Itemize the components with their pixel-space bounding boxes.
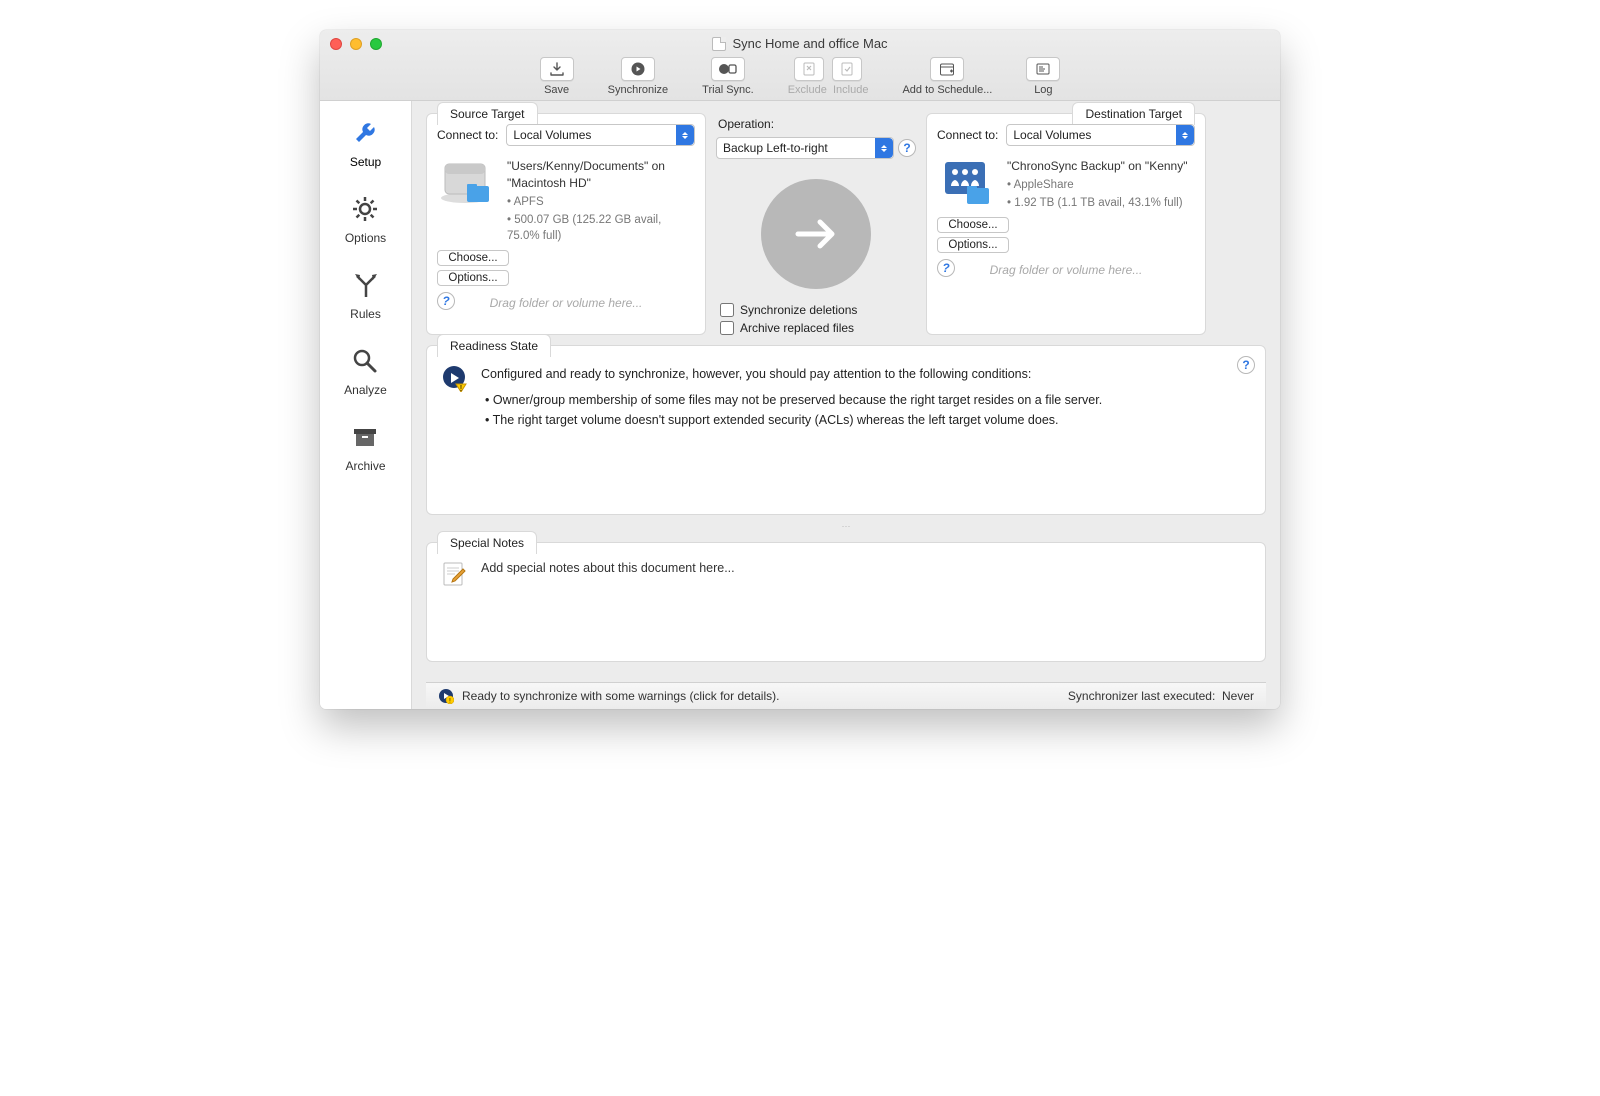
operation-label: Operation: (718, 117, 774, 131)
source-filesystem: APFS (514, 196, 544, 208)
log-icon (1035, 62, 1051, 76)
zoom-window-button[interactable] (370, 38, 382, 50)
operation-panel: Operation: Backup Left-to-right ? Synchr… (716, 113, 916, 335)
exclude-icon (802, 62, 816, 76)
readiness-condition-1: Owner/group membership of some files may… (485, 390, 1102, 410)
close-window-button[interactable] (330, 38, 342, 50)
source-size: 500.07 GB (125.22 GB avail, 75.0% full) (507, 214, 661, 242)
exclude-button (794, 57, 824, 81)
arrow-right-icon (786, 204, 846, 264)
help-icon[interactable]: ? (937, 259, 955, 277)
last-executed-value: Never (1222, 689, 1254, 703)
titlebar: Sync Home and office Mac Save Synchroniz… (320, 30, 1280, 101)
destination-target-panel: Destination Target Connect to: Local Vol… (926, 113, 1206, 335)
destination-drag-hint: Drag folder or volume here... (990, 263, 1143, 277)
destination-tab-label: Destination Target (1072, 102, 1195, 125)
note-edit-icon (441, 561, 469, 589)
network-folder-icon (937, 158, 997, 210)
synchronize-tool[interactable]: Synchronize (608, 57, 669, 96)
schedule-tool[interactable]: Add to Schedule... (902, 57, 992, 96)
source-options-button[interactable]: Options... (437, 270, 509, 286)
trial-sync-tool[interactable]: Trial Sync. (702, 57, 754, 96)
help-icon[interactable]: ? (437, 292, 455, 310)
readiness-panel: Readiness State ? ! Configured and ready… (426, 345, 1266, 515)
source-path: "Users/Kenny/Documents" on "Macintosh HD… (507, 158, 695, 192)
branch-icon (348, 267, 384, 303)
readiness-summary: Configured and ready to synchronize, how… (481, 364, 1102, 384)
document-icon (712, 37, 726, 51)
help-icon[interactable]: ? (898, 139, 916, 157)
download-icon (549, 62, 565, 76)
source-connect-select[interactable]: Local Volumes (506, 124, 695, 146)
calendar-add-icon (939, 62, 955, 76)
destination-options-button[interactable]: Options... (937, 237, 1009, 253)
play-circle-icon (630, 61, 646, 77)
chevron-updown-icon (1176, 125, 1194, 145)
source-drag-hint: Drag folder or volume here... (490, 296, 643, 310)
destination-size: 1.92 TB (1.1 TB avail, 43.1% full) (1014, 197, 1182, 209)
status-icon: ! (438, 688, 454, 704)
sidebar-item-archive[interactable]: Archive (345, 419, 385, 473)
window-controls (330, 38, 382, 50)
window-title: Sync Home and office Mac (732, 36, 887, 51)
chevron-updown-icon (676, 125, 694, 145)
last-executed-label: Synchronizer last executed: (1068, 689, 1215, 703)
magnifier-icon (347, 343, 383, 379)
source-target-panel: Source Target Connect to: Local Volumes (426, 113, 706, 335)
destination-connect-select[interactable]: Local Volumes (1006, 124, 1195, 146)
notes-textarea[interactable]: Add special notes about this document he… (481, 561, 735, 575)
readiness-tab-label: Readiness State (437, 334, 551, 357)
app-window: Sync Home and office Mac Save Synchroniz… (320, 30, 1280, 709)
sidebar-item-analyze[interactable]: Analyze (344, 343, 387, 397)
sync-deletions-checkbox[interactable]: Synchronize deletions (720, 303, 857, 317)
log-tool[interactable]: Log (1026, 57, 1060, 96)
archive-replaced-checkbox[interactable]: Archive replaced files (720, 321, 857, 335)
sidebar-item-setup[interactable]: Setup (348, 115, 384, 169)
include-icon (840, 62, 854, 76)
direction-indicator (761, 179, 871, 289)
sidebar-item-options[interactable]: Options (345, 191, 386, 245)
source-tab-label: Source Target (437, 102, 538, 125)
destination-choose-button[interactable]: Choose... (937, 217, 1009, 233)
minimize-window-button[interactable] (350, 38, 362, 50)
gear-icon (347, 191, 383, 227)
destination-filesystem: AppleShare (1014, 179, 1074, 191)
destination-connect-label: Connect to: (937, 128, 998, 142)
notes-tab-label: Special Notes (437, 531, 537, 554)
status-warning-icon: ! (441, 364, 469, 392)
archive-icon (347, 419, 383, 455)
readiness-condition-2: The right target volume doesn't support … (485, 410, 1102, 430)
source-connect-label: Connect to: (437, 128, 498, 142)
trial-icon (718, 62, 738, 76)
operation-select[interactable]: Backup Left-to-right (716, 137, 894, 159)
status-text[interactable]: Ready to synchronize with some warnings … (462, 689, 779, 703)
toolbar: Save Synchronize Trial Sync. Exclude Inc… (330, 51, 1270, 96)
resize-grip[interactable]: ⋯ (426, 521, 1266, 532)
special-notes-panel: Special Notes Add special notes about th… (426, 542, 1266, 662)
status-bar: ! Ready to synchronize with some warning… (426, 682, 1266, 709)
destination-path: "ChronoSync Backup" on "Kenny" (1007, 158, 1187, 175)
wrench-icon (348, 115, 384, 151)
chevron-updown-icon (875, 138, 893, 158)
source-choose-button[interactable]: Choose... (437, 250, 509, 266)
help-icon[interactable]: ? (1237, 356, 1255, 374)
sidebar: Setup Options Rules Analyze (320, 101, 412, 709)
save-tool[interactable]: Save (540, 57, 574, 96)
sidebar-item-rules[interactable]: Rules (348, 267, 384, 321)
disk-folder-icon (437, 158, 497, 210)
svg-text:!: ! (460, 384, 462, 392)
exclude-include-group: Exclude Include (788, 57, 869, 96)
include-button (832, 57, 862, 81)
